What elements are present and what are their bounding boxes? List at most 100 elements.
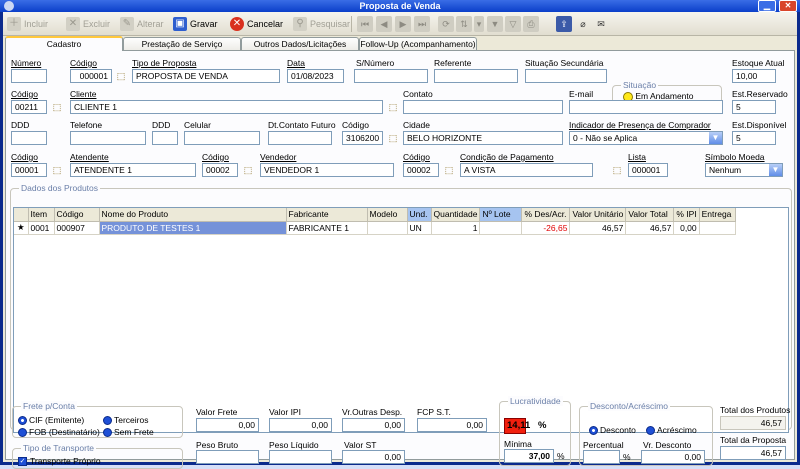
vendedor-lookup-icon[interactable]: ⬚ [242, 164, 254, 176]
atendente-codigo-field[interactable]: 00001 [11, 163, 47, 177]
frete-terceiros-option[interactable]: Terceiros [103, 415, 148, 426]
cell-des-acr[interactable]: -26,65 [521, 221, 571, 235]
indicador-select[interactable]: 0 - Não se Aplica ▼ [569, 131, 723, 145]
last-record-icon[interactable]: ⏭ [414, 16, 430, 32]
attachment-icon[interactable]: ⌀ [575, 16, 591, 32]
minimize-button[interactable]: ▁ [758, 0, 776, 12]
simbolo-moeda-select[interactable]: Nenhum ▼ [705, 163, 783, 177]
lookup-icon[interactable]: ⬚ [115, 70, 127, 82]
cidade-field[interactable]: BELO HORIZONTE [403, 131, 563, 145]
export-icon[interactable]: ⇪ [556, 16, 572, 32]
col-lote[interactable]: Nº Lote [479, 208, 523, 222]
cliente-lookup-icon[interactable]: ⬚ [51, 101, 63, 113]
prev-record-icon[interactable]: ◀ [376, 16, 392, 32]
col-nome-produto[interactable]: Nome do Produto [99, 208, 287, 222]
cell-lote[interactable] [479, 221, 523, 235]
print-icon[interactable]: ⎙ [523, 16, 539, 32]
outras-desp-field[interactable]: 0,00 [342, 418, 405, 432]
sort-icon[interactable]: ⇅ [456, 16, 472, 32]
cancelar-button[interactable]: ✕ Cancelar [230, 16, 283, 32]
lista-field[interactable]: 000001 [628, 163, 668, 177]
dt-contato-field[interactable] [268, 131, 332, 145]
col-item[interactable]: Item [28, 208, 55, 222]
ddd-field[interactable] [11, 131, 47, 145]
frete-sem-option[interactable]: Sem Frete [103, 427, 154, 438]
col-modelo[interactable]: Modelo [367, 208, 408, 222]
percentual-field[interactable] [583, 450, 620, 464]
table-row[interactable]: ★ 0001 000907 PRODUTO DE TESTES 1 FABRIC… [14, 221, 736, 235]
valor-frete-field[interactable]: 0,00 [196, 418, 259, 432]
lista-lookup-icon[interactable]: ⬚ [611, 164, 623, 176]
atendente-field[interactable]: ATENDENTE 1 [70, 163, 196, 177]
refresh-icon[interactable]: ⟳ [438, 16, 454, 32]
cell-codigo[interactable]: 000907 [54, 221, 100, 235]
celular-field[interactable] [184, 131, 260, 145]
col-ipi[interactable]: % IPI [673, 208, 700, 222]
col-quantidade[interactable]: Quantidade [431, 208, 481, 222]
incluir-button[interactable]: ＋ Incluir [7, 16, 48, 32]
cidade-lookup-icon[interactable]: ⬚ [387, 132, 399, 144]
cell-valor-total[interactable]: 46,57 [625, 221, 675, 235]
filter-clear-icon[interactable]: ▽ [505, 16, 521, 32]
frete-cif-option[interactable]: CIF (Emitente) [18, 415, 84, 426]
codigo-field[interactable]: 000001 [70, 69, 112, 83]
cidade-codigo-field[interactable]: 3106200 [342, 131, 383, 145]
chevron-down-icon[interactable]: ▼ [769, 164, 782, 176]
sort-dropdown-icon[interactable]: ▾ [474, 16, 484, 32]
peso-bruto-field[interactable] [196, 450, 259, 464]
cell-und[interactable]: UN [407, 221, 432, 235]
cell-nome-produto[interactable]: PRODUTO DE TESTES 1 [99, 221, 287, 235]
alterar-button[interactable]: ✎ Alterar [120, 16, 164, 32]
cell-quantidade[interactable]: 1 [431, 221, 481, 235]
peso-liquido-field[interactable] [269, 450, 332, 464]
next-record-icon[interactable]: ▶ [395, 16, 411, 32]
email-field[interactable] [569, 100, 723, 114]
contato-lookup-icon[interactable]: ⬚ [387, 101, 399, 113]
cell-ipi[interactable]: 0,00 [673, 221, 700, 235]
cliente-codigo-field[interactable]: 00211 [11, 100, 47, 114]
tab-prestacao-servico[interactable]: Prestação de Serviço [123, 37, 241, 51]
atendente-lookup-icon[interactable]: ⬚ [51, 164, 63, 176]
situacao-secundaria-field[interactable] [525, 69, 607, 83]
col-entrega[interactable]: Entrega [699, 208, 736, 222]
snumero-field[interactable] [354, 69, 428, 83]
vr-desconto-field[interactable]: 0,00 [641, 450, 705, 464]
tab-outros-dados[interactable]: Outros Dados/Licitações [241, 37, 359, 51]
minima-field[interactable]: 37,00 [504, 449, 554, 463]
vendedor-codigo-field[interactable]: 00002 [202, 163, 238, 177]
cell-item[interactable]: 0001 [28, 221, 55, 235]
frete-fob-option[interactable]: FOB (Destinatário) [18, 427, 100, 438]
ddd2-field[interactable] [152, 131, 178, 145]
pesquisar-button[interactable]: ⚲ Pesquisar [293, 16, 350, 32]
excluir-button[interactable]: ✕ Excluir [66, 16, 110, 32]
contato-field[interactable] [403, 100, 563, 114]
numero-field[interactable] [11, 69, 47, 83]
data-field[interactable]: 01/08/2023 [287, 69, 344, 83]
tipo-proposta-field[interactable]: PROPOSTA DE VENDA [132, 69, 280, 83]
produtos-grid[interactable]: Item Código Nome do Produto Fabricante M… [13, 207, 789, 433]
col-des-acr[interactable]: % Des/Acr. [521, 208, 571, 222]
tab-cadastro[interactable]: Cadastro [5, 36, 123, 51]
condicao-lookup-icon[interactable]: ⬚ [443, 164, 455, 176]
chevron-down-icon[interactable]: ▼ [709, 132, 722, 144]
desconto-option[interactable]: Desconto [589, 425, 636, 436]
first-record-icon[interactable]: ⏮ [357, 16, 373, 32]
col-valor-unitario[interactable]: Valor Unitário [569, 208, 627, 222]
col-valor-total[interactable]: Valor Total [625, 208, 675, 222]
cell-fabricante[interactable]: FABRICANTE 1 [286, 221, 368, 235]
condicao-codigo-field[interactable]: 00002 [403, 163, 439, 177]
acrescimo-option[interactable]: Acréscimo [646, 425, 697, 436]
condicao-field[interactable]: A VISTA [460, 163, 593, 177]
telefone-field[interactable] [70, 131, 146, 145]
tab-follow-up[interactable]: Follow-Up (Acompanhamento) [359, 37, 477, 51]
filter-icon[interactable]: ▼ [487, 16, 503, 32]
close-button[interactable]: ✕ [779, 0, 797, 12]
cell-modelo[interactable] [367, 221, 408, 235]
referente-field[interactable] [434, 69, 518, 83]
gravar-button[interactable]: ▣ Gravar [173, 16, 218, 32]
email-icon[interactable]: ✉ [593, 16, 609, 32]
col-fabricante[interactable]: Fabricante [286, 208, 368, 222]
vendedor-field[interactable]: VENDEDOR 1 [260, 163, 394, 177]
cell-entrega[interactable] [699, 221, 736, 235]
col-und[interactable]: Und. [407, 208, 432, 222]
